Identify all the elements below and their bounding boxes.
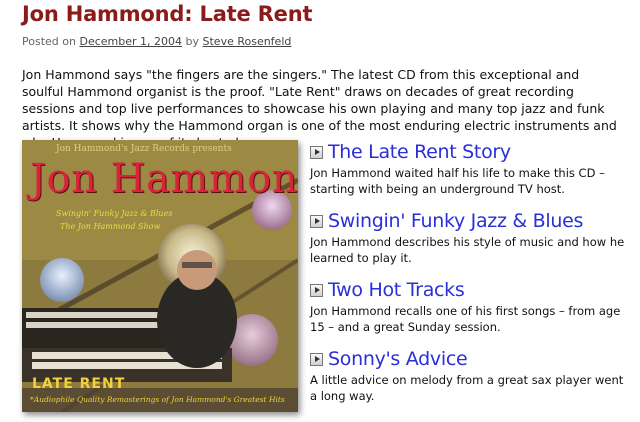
intro-paragraph: Jon Hammond says "the fingers are the si… (22, 67, 617, 150)
play-icon[interactable] (310, 145, 323, 159)
album-subtitle-2: The Jon Hammond Show (60, 222, 161, 231)
track-heading: Swingin' Funky Jazz & Blues (310, 209, 630, 233)
post-title: Jon Hammond: Late Rent (22, 2, 313, 26)
album-artist-name: Jon Hammond (30, 156, 298, 202)
track-link[interactable]: Sonny's Advice (328, 347, 468, 371)
post-meta: Posted on December 1, 2004 by Steve Rose… (22, 35, 291, 48)
album-bottom-text: *Audiophile Quality Remasterings of Jon … (30, 395, 285, 404)
track-item: Sonny's Advice A little advice on melody… (310, 347, 630, 404)
track-item: The Late Rent Story Jon Hammond waited h… (310, 140, 630, 197)
play-icon[interactable] (310, 283, 323, 297)
track-heading: Sonny's Advice (310, 347, 630, 371)
post-date-link[interactable]: December 1, 2004 (79, 35, 182, 48)
track-description: A little advice on melody from a great s… (310, 373, 624, 403)
track-item: Two Hot Tracks Jon Hammond recalls one o… (310, 278, 630, 335)
track-description: Jon Hammond recalls one of his first son… (310, 304, 621, 334)
album-cover: Jon Hammond's Jazz Records presents Jon … (22, 140, 298, 412)
posted-on-label: Posted on (22, 35, 76, 48)
track-list: The Late Rent Story Jon Hammond waited h… (310, 140, 630, 416)
by-label: by (185, 35, 200, 48)
track-link[interactable]: Two Hot Tracks (328, 278, 465, 302)
track-description: Jon Hammond waited half his life to make… (310, 166, 605, 196)
track-link[interactable]: Swingin' Funky Jazz & Blues (328, 209, 583, 233)
track-heading: The Late Rent Story (310, 140, 630, 164)
track-link[interactable]: The Late Rent Story (328, 140, 511, 164)
album-title: LATE RENT (32, 376, 126, 392)
track-heading: Two Hot Tracks (310, 278, 630, 302)
album-top-text: Jon Hammond's Jazz Records presents (56, 144, 232, 154)
album-subtitle-1: Swingin' Funky Jazz & Blues (56, 209, 173, 218)
track-description: Jon Hammond describes his style of music… (310, 235, 625, 265)
play-icon[interactable] (310, 214, 323, 228)
author-link[interactable]: Steve Rosenfeld (203, 35, 292, 48)
play-icon[interactable] (310, 352, 323, 366)
track-item: Swingin' Funky Jazz & Blues Jon Hammond … (310, 209, 630, 266)
